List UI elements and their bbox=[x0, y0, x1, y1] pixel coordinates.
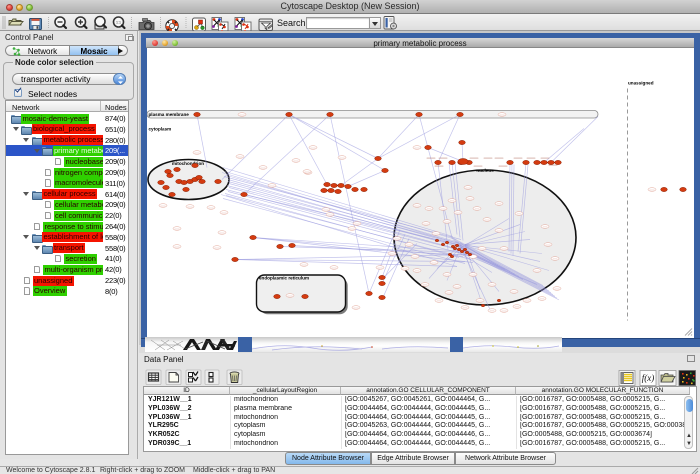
svg-text:1:1: 1:1 bbox=[116, 20, 121, 24]
svg-text:nucleus: nucleus bbox=[476, 168, 494, 173]
svg-text:plasma membrane: plasma membrane bbox=[149, 112, 190, 117]
svg-text:endoplasmic reticulum: endoplasmic reticulum bbox=[259, 276, 309, 281]
svg-text:mitochondrion: mitochondrion bbox=[172, 161, 204, 166]
svg-text:unassigned: unassigned bbox=[628, 81, 654, 86]
svg-text:f(x): f(x) bbox=[642, 373, 655, 383]
svg-text:cytoplasm: cytoplasm bbox=[149, 127, 172, 132]
